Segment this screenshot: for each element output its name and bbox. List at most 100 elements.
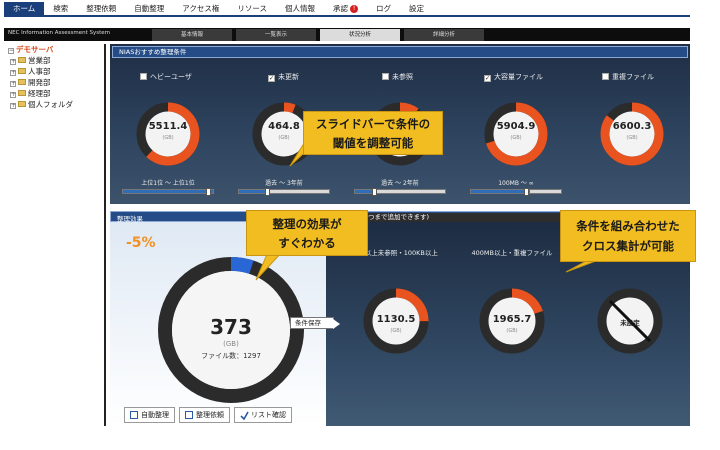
slider-handle[interactable]	[205, 188, 211, 196]
threshold-slider[interactable]	[122, 188, 214, 196]
tree-item-label: 経理部	[28, 89, 51, 98]
condition-value: 5904.9	[496, 121, 536, 132]
checkbox[interactable]	[602, 73, 609, 80]
menu-item-label: アクセス権	[182, 3, 220, 13]
menu-item-2[interactable]: 整理依頼	[77, 2, 125, 16]
app-header: NEC Information Assessment System 基本情報 一…	[4, 28, 690, 41]
total-unit: (GB)	[223, 340, 239, 348]
menu-item-label: 承認	[333, 3, 349, 13]
folder-tree: − デモサーバ + 営業部 + 人事部 + 開発部 + 経理部 + 個人フォルダ	[4, 44, 106, 426]
slider-handle[interactable]	[264, 188, 270, 196]
threshold-range: 過去 ～ 3年前	[265, 180, 303, 187]
expand-icon[interactable]: +	[10, 59, 16, 65]
menu-item-8[interactable]: ログ	[367, 2, 400, 16]
threshold-slider[interactable]	[238, 188, 330, 196]
combo-unit: (GB)	[506, 328, 518, 334]
tree-item-label: 開発部	[28, 78, 51, 87]
callout-slider-text: スライドバーで条件の 閾値を調整可能	[315, 117, 431, 150]
callout-cross-text: 条件を組み合わせた クロス集計が可能	[576, 219, 680, 253]
condition-value: 5511.4	[148, 121, 188, 132]
combo-label: 400MB以上・重複ファイル	[471, 249, 553, 257]
slider-fill	[123, 190, 213, 193]
menu-item-4[interactable]: アクセス権	[173, 2, 228, 16]
folder-icon	[18, 90, 26, 96]
threshold-range: 100MB ～ ∞	[498, 180, 534, 187]
tree-item[interactable]: + 人事部	[4, 66, 104, 77]
check-icon	[240, 411, 249, 421]
checkbox[interactable]	[382, 73, 389, 80]
menu-item-label: 検索	[53, 3, 69, 13]
condition-dial-1-face	[261, 111, 307, 157]
tab-basic-info[interactable]: 基本情報	[152, 29, 232, 41]
condition-label: 重複ファイル	[612, 73, 654, 81]
condition-unit: (GB)	[162, 135, 174, 141]
condition-checkbox[interactable]: ヘビーユーザ	[140, 72, 192, 82]
auto-organize-icon	[130, 411, 138, 419]
menu-item-label: ホーム	[13, 3, 36, 13]
slider-handle[interactable]	[372, 188, 378, 196]
condition-dial-3-face	[493, 111, 539, 157]
condition-unit: (GB)	[626, 135, 638, 141]
condition-value: 6600.3	[612, 121, 652, 132]
expand-icon[interactable]: +	[10, 103, 16, 109]
menu-item-3[interactable]: 自動整理	[125, 2, 173, 16]
expand-icon[interactable]: +	[10, 81, 16, 87]
callout-effect-text: 整理の効果が すぐわかる	[272, 217, 342, 250]
menu-item-0[interactable]: ホーム	[4, 1, 45, 16]
menu-item-label: 設定	[409, 3, 425, 13]
tree-item-label: 人事部	[28, 67, 51, 76]
tree-item[interactable]: + 個人フォルダ	[4, 99, 104, 110]
tab-list-view[interactable]: 一覧表示	[236, 29, 316, 41]
tab-status-analysis[interactable]: 状況分析	[320, 29, 400, 41]
organize-request-button[interactable]: 整理依頼	[179, 407, 230, 423]
reduction-percent: -5%	[126, 235, 156, 251]
combo-value: 未設定	[620, 319, 640, 327]
menu-item-7[interactable]: 承認!	[324, 2, 367, 16]
folder-icon	[18, 79, 26, 85]
threshold-range: 過去 ～ 2年前	[381, 180, 419, 187]
list-check-button[interactable]: リスト確認	[234, 407, 292, 423]
menu-item-5[interactable]: リソース	[228, 2, 276, 16]
system-name: NEC Information Assessment System	[8, 30, 111, 36]
combo-value: 1130.5	[376, 314, 416, 325]
condition-label: 未更新	[278, 73, 299, 81]
threshold-slider[interactable]	[354, 188, 446, 196]
combo-unit: (GB)	[390, 328, 402, 334]
checkbox[interactable]: ✓	[268, 75, 275, 82]
tree-root-demo-server[interactable]: − デモサーバ	[4, 44, 104, 55]
menu-item-1[interactable]: 検索	[44, 2, 77, 16]
tree-item[interactable]: + 開発部	[4, 77, 104, 88]
callout-cross-tab: 条件を組み合わせた クロス集計が可能	[560, 210, 696, 262]
total-effect-dial: 373 (GB) ファイル数：1297	[156, 255, 306, 405]
menu-item-6[interactable]: 個人情報	[276, 2, 324, 16]
alert-badge-icon: !	[350, 4, 359, 13]
tree-root-label: デモサーバ	[16, 45, 54, 54]
condition-label: ヘビーユーザ	[150, 73, 192, 81]
collapse-icon[interactable]: −	[8, 48, 14, 54]
condition-checkbox[interactable]: ✓ 未更新	[268, 72, 299, 82]
checkbox[interactable]	[140, 73, 147, 80]
menu-item-label: ログ	[376, 3, 392, 13]
tree-item[interactable]: + 営業部	[4, 55, 104, 66]
auto-organize-button[interactable]: 自動整理	[124, 407, 175, 423]
condition-dial-4-face	[609, 111, 655, 157]
folder-icon	[18, 101, 26, 107]
threshold-slider[interactable]	[470, 188, 562, 196]
menu-item-9[interactable]: 設定	[400, 2, 433, 16]
tab-detail-analysis[interactable]: 詳細分析	[404, 29, 484, 41]
menu-item-label: リソース	[237, 3, 268, 13]
action-buttons: 自動整理 整理依頼 リスト確認	[124, 407, 292, 423]
condition-checkbox[interactable]: 重複ファイル	[602, 72, 654, 82]
callout-slider: スライドバーで条件の 閾値を調整可能	[303, 111, 443, 155]
expand-icon[interactable]: +	[10, 92, 16, 98]
condition-checkbox[interactable]: ✓ 大容量ファイル	[484, 72, 543, 82]
auto-organize-label: 自動整理	[141, 411, 169, 419]
expand-icon[interactable]: +	[10, 70, 16, 76]
condition-checkbox[interactable]: 未参照	[382, 72, 413, 82]
checkbox[interactable]: ✓	[484, 75, 491, 82]
condition-dial-0-face	[145, 111, 191, 157]
menu-item-label: 個人情報	[285, 3, 316, 13]
callout-effect: 整理の効果が すぐわかる	[246, 210, 368, 256]
tree-item[interactable]: + 経理部	[4, 88, 104, 99]
slider-handle[interactable]	[524, 188, 530, 196]
